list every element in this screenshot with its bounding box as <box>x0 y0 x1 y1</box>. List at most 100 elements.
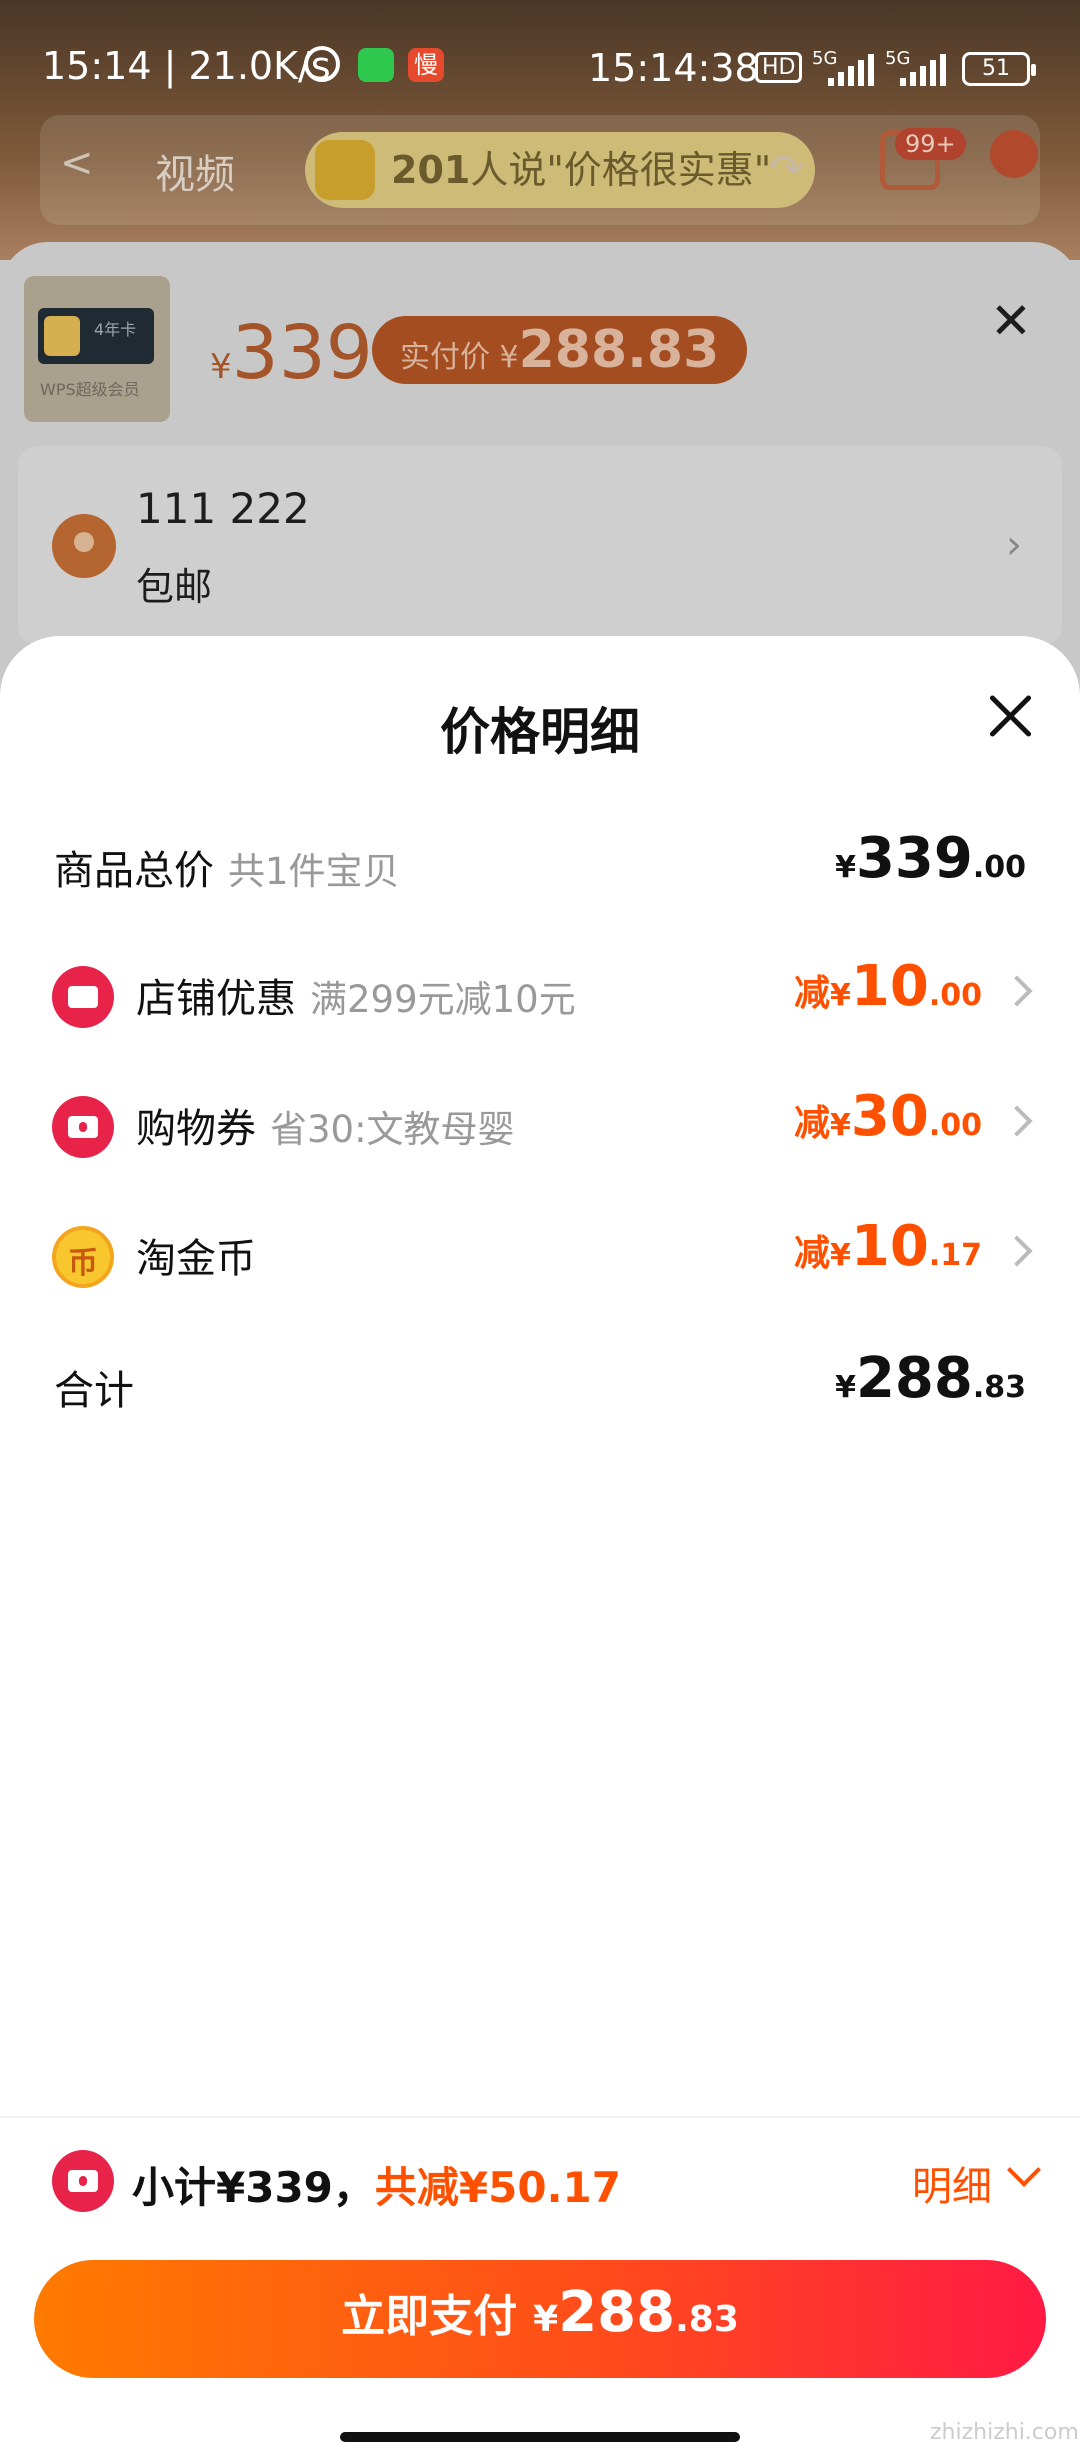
row-total: 合计 ¥288.83 <box>0 1328 1080 1438</box>
amount-prefix: 减 <box>794 1103 831 1144</box>
ticket-icon <box>52 1096 114 1158</box>
subtotal-text: 小计¥339，共减¥50.17 <box>132 2154 621 2215</box>
row-taojin-coins[interactable]: 币 淘金币 减¥10.17 <box>0 1196 1080 1306</box>
row-label: 合计 <box>54 1358 134 1416</box>
amount-yen: ¥ <box>830 1108 851 1143</box>
amount-int: 30 <box>850 1084 929 1149</box>
shop-icon <box>52 966 114 1028</box>
amount-yen: ¥ <box>830 978 851 1013</box>
video-tab: 视频 <box>155 152 235 198</box>
sheet-title: 价格明细 <box>440 703 640 761</box>
row-title: 购物券 <box>136 1106 256 1152</box>
shipping-label: 包邮 <box>136 565 213 609</box>
real-price-badge: 实付价 ¥288.83 <box>372 316 748 384</box>
chevron-right-icon <box>1001 1105 1033 1137</box>
address-card <box>18 446 1062 646</box>
praise-count: 201 <box>391 148 471 192</box>
row-title: 店铺优惠 <box>136 976 296 1022</box>
address-chevron-icon: › <box>1006 522 1022 568</box>
amount-int: 10 <box>850 1214 929 1279</box>
detail-toggle-button[interactable]: 明细 <box>912 2154 992 2212</box>
status-time: 15:14 <box>42 44 152 88</box>
row-amount: 减¥30.00 <box>794 1084 982 1149</box>
back-icon: < <box>60 140 94 186</box>
pay-label: 立即支付 <box>341 2291 518 2342</box>
share-icon: ↷ <box>770 146 804 192</box>
address-name: 111 222 <box>136 484 310 533</box>
amount-dec: .00 <box>972 850 1026 885</box>
amount-yen: ¥ <box>835 850 856 885</box>
pay-now-button[interactable]: 立即支付 ¥288.83 <box>34 2260 1046 2378</box>
pay-int: 288 <box>558 2280 676 2345</box>
amount-int: 339 <box>855 826 973 891</box>
price-yen: ¥ <box>210 347 232 387</box>
medkit-icon <box>315 140 375 200</box>
shop-glyph <box>68 986 98 1008</box>
location-pin-dot <box>74 532 94 552</box>
coupon-icon <box>52 2150 114 2212</box>
signal-icon-2 <box>900 54 950 86</box>
status-bar: 15:14 | 21.0K/s 慢 15:14:38 HD 5G 5G 51 <box>0 0 1080 90</box>
row-label: 淘金币 <box>136 1226 256 1284</box>
status-clock: 15:14:38 <box>588 46 759 90</box>
signal-icon-1 <box>828 54 878 86</box>
row-title: 淘金币 <box>136 1236 256 1282</box>
row-subtitle: 省30:文教母婴 <box>270 1108 515 1151</box>
close-icon[interactable] <box>984 690 1036 742</box>
app-notification-icon: 慢 <box>408 48 444 82</box>
battery-icon: 51 <box>962 52 1036 86</box>
amount-prefix: 减 <box>794 1233 831 1274</box>
coupon-glyph <box>68 2170 98 2192</box>
subtotal-amount: 小计¥339， <box>132 2163 375 2212</box>
row-shopping-coupon[interactable]: 购物券 省30:文教母婴 减¥30.00 <box>0 1066 1080 1176</box>
row-amount: ¥288.83 <box>835 1346 1026 1411</box>
amount-dec: .00 <box>928 978 982 1013</box>
message-icon <box>990 130 1038 178</box>
price-value: 339 <box>231 310 373 396</box>
amount-dec: .00 <box>928 1108 982 1143</box>
amount-yen: ¥ <box>830 1238 851 1273</box>
amount-yen: ¥ <box>835 1370 856 1405</box>
real-price-label: 实付价 ¥ <box>400 340 519 375</box>
ticket-glyph <box>68 1116 98 1138</box>
total-discount: 共减¥50.17 <box>374 2163 621 2212</box>
praise-text: 人说"价格很实惠" <box>470 148 772 192</box>
status-left: 15:14 | 21.0K/s <box>42 44 331 88</box>
cart-badge: 99+ <box>895 128 966 160</box>
real-price-value: 288.83 <box>518 320 720 380</box>
pay-button-content: 立即支付 ¥288.83 <box>34 2280 1046 2345</box>
row-goods-total: 商品总价 共1件宝贝 ¥339.00 <box>0 808 1080 918</box>
sku-close-icon: ✕ <box>990 292 1032 350</box>
row-subtitle: 共1件宝贝 <box>228 850 400 893</box>
row-amount: 减¥10.17 <box>794 1214 982 1279</box>
amount-int: 10 <box>850 954 929 1019</box>
row-title: 商品总价 <box>54 848 214 894</box>
amount-dec: .17 <box>928 1238 982 1273</box>
amount-int: 288 <box>855 1346 973 1411</box>
coin-glyph: 币 <box>68 1246 98 1281</box>
row-amount: 减¥10.00 <box>794 954 982 1019</box>
row-label: 商品总价 共1件宝贝 <box>54 838 400 896</box>
chevron-right-icon <box>1001 1235 1033 1267</box>
hd-icon: HD <box>755 52 803 83</box>
watermark: zhizhizhi.com <box>930 2420 1079 2445</box>
pay-yen: ¥ <box>533 2299 559 2340</box>
product-thumb-caption: WPS超级会员 <box>40 380 140 399</box>
chevron-right-icon <box>1001 975 1033 1007</box>
row-shop-discount[interactable]: 店铺优惠 满299元减10元 减¥10.00 <box>0 936 1080 1046</box>
bottom-divider <box>0 2116 1080 2118</box>
row-amount: ¥339.00 <box>835 826 1026 891</box>
row-label: 购物券 省30:文教母婴 <box>136 1096 515 1154</box>
amount-prefix: 减 <box>794 973 831 1014</box>
price-praise-pill: 201人说"价格很实惠" <box>305 132 816 208</box>
product-price: ¥339 <box>210 310 373 396</box>
home-indicator[interactable] <box>340 2432 740 2442</box>
row-title: 合计 <box>54 1368 134 1414</box>
alarm-icon <box>304 46 340 82</box>
row-subtitle: 满299元减10元 <box>310 978 576 1021</box>
row-label: 店铺优惠 满299元减10元 <box>136 966 576 1024</box>
wechat-icon <box>358 48 394 82</box>
pay-dec: .83 <box>675 2299 739 2340</box>
wps-logo-icon <box>44 316 80 356</box>
coin-icon: 币 <box>52 1226 114 1288</box>
